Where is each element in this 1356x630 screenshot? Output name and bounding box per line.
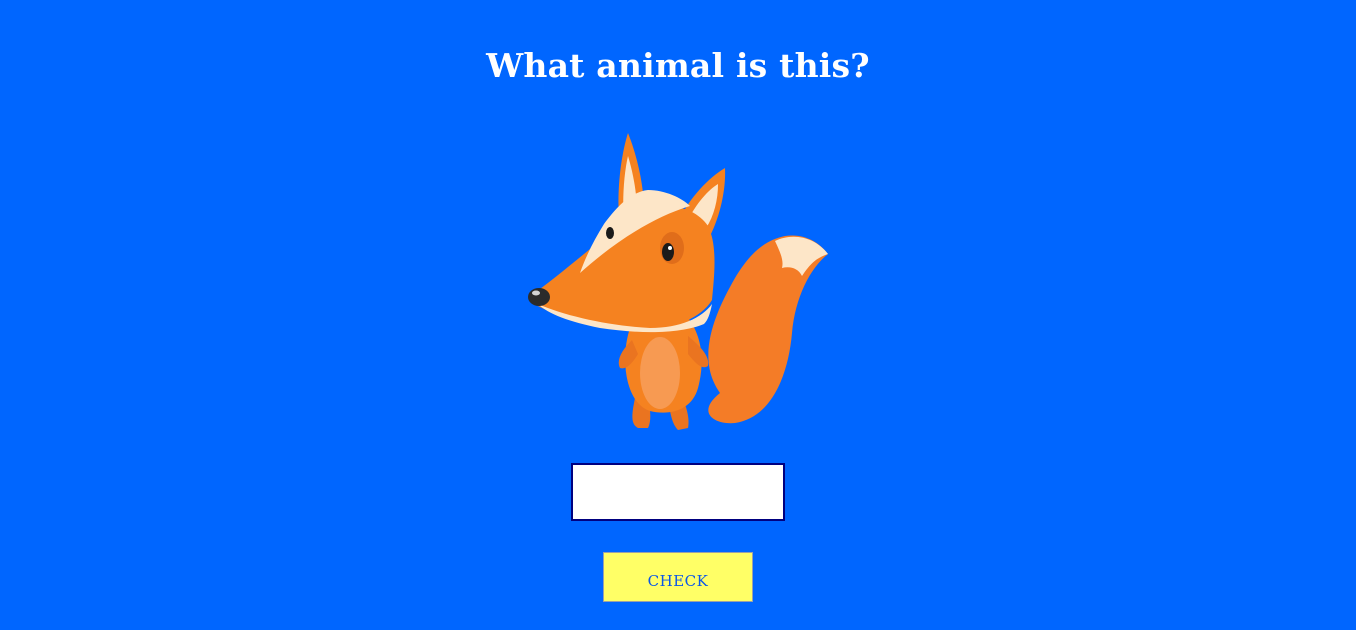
check-button[interactable]: check (603, 552, 753, 602)
answer-input[interactable] (571, 463, 785, 521)
fox-image (520, 128, 836, 438)
fox-icon (528, 133, 828, 430)
question-title: What animal is this? (486, 46, 870, 85)
